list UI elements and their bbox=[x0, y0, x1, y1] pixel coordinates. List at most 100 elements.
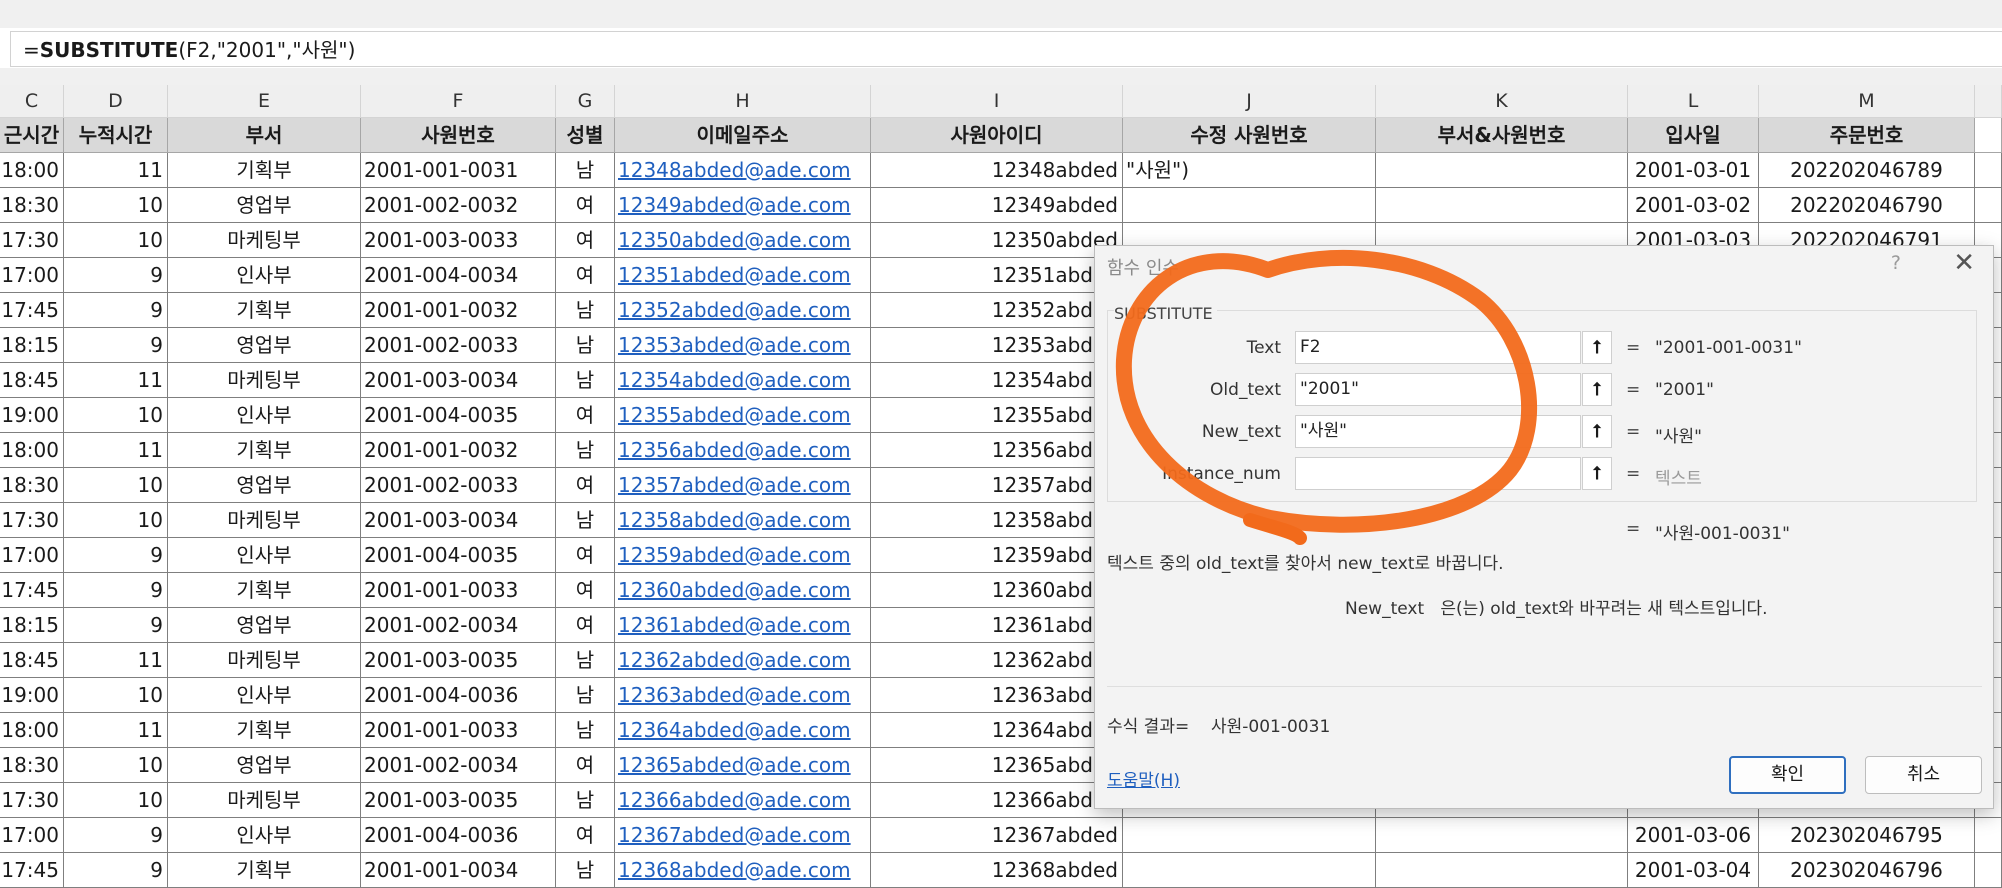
header-cell[interactable]: 부서 bbox=[168, 118, 361, 153]
cell[interactable]: 17:45 bbox=[0, 293, 64, 328]
cell[interactable]: 10 bbox=[64, 678, 168, 713]
cancel-button[interactable]: 취소 bbox=[1865, 756, 1982, 794]
cell[interactable]: 17:45 bbox=[0, 573, 64, 608]
cell[interactable]: 인사부 bbox=[168, 258, 361, 293]
email-link[interactable]: 12349abded@ade.com bbox=[615, 188, 871, 223]
cell[interactable]: 12358abded bbox=[871, 503, 1123, 538]
cell[interactable]: 19:00 bbox=[0, 398, 64, 433]
cell[interactable]: 9 bbox=[64, 538, 168, 573]
header-cell[interactable]: 이메일주소 bbox=[615, 118, 871, 153]
cell[interactable]: 2001-03-01 bbox=[1628, 153, 1759, 188]
help-link[interactable]: 도움말(H) bbox=[1107, 766, 1180, 791]
cell[interactable]: 12349abded bbox=[871, 188, 1123, 223]
cell[interactable]: 12350abded bbox=[871, 223, 1123, 258]
email-link[interactable]: 12365abded@ade.com bbox=[615, 748, 871, 783]
cell[interactable]: 인사부 bbox=[168, 398, 361, 433]
cell[interactable]: 여 bbox=[556, 258, 615, 293]
cell[interactable]: 18:30 bbox=[0, 188, 64, 223]
cell[interactable]: 18:00 bbox=[0, 433, 64, 468]
cell[interactable]: 202202046790 bbox=[1759, 188, 1975, 223]
cell[interactable]: 11 bbox=[64, 643, 168, 678]
cell[interactable]: 남 bbox=[556, 678, 615, 713]
collapse-dialog-icon[interactable]: ⭡ bbox=[1582, 457, 1612, 490]
header-cell[interactable]: 주문번호 bbox=[1759, 118, 1975, 153]
cell[interactable]: 11 bbox=[64, 713, 168, 748]
cell[interactable]: 12356abded bbox=[871, 433, 1123, 468]
email-link[interactable]: 12356abded@ade.com bbox=[615, 433, 871, 468]
collapse-dialog-icon[interactable]: ⭡ bbox=[1582, 415, 1612, 448]
email-link[interactable]: 12348abded@ade.com bbox=[615, 153, 871, 188]
email-link[interactable]: 12367abded@ade.com bbox=[615, 818, 871, 853]
cell[interactable]: 남 bbox=[556, 433, 615, 468]
header-cell[interactable]: 근시간 bbox=[0, 118, 64, 153]
cell[interactable]: 인사부 bbox=[168, 538, 361, 573]
cell[interactable]: 9 bbox=[64, 818, 168, 853]
cell[interactable] bbox=[1975, 818, 2002, 853]
cell[interactable]: 여 bbox=[556, 188, 615, 223]
header-cell[interactable]: 수정 사원번호 bbox=[1123, 118, 1376, 153]
cell[interactable]: 17:30 bbox=[0, 223, 64, 258]
cell[interactable]: 여 bbox=[556, 608, 615, 643]
cell[interactable]: 2001-004-0036 bbox=[361, 818, 556, 853]
email-link[interactable]: 12350abded@ade.com bbox=[615, 223, 871, 258]
column-letter[interactable]: E bbox=[168, 85, 361, 118]
cell[interactable]: 2001-03-06 bbox=[1628, 818, 1759, 853]
cell[interactable]: 12363abded bbox=[871, 678, 1123, 713]
cell[interactable]: 10 bbox=[64, 783, 168, 818]
cell[interactable]: 여 bbox=[556, 398, 615, 433]
cell[interactable]: 영업부 bbox=[168, 188, 361, 223]
cell[interactable]: 남 bbox=[556, 293, 615, 328]
header-cell[interactable]: 입사일 bbox=[1628, 118, 1759, 153]
cell[interactable]: 18:00 bbox=[0, 153, 64, 188]
cell[interactable]: 2001-004-0035 bbox=[361, 398, 556, 433]
cell[interactable]: 기획부 bbox=[168, 433, 361, 468]
cell[interactable]: 2001-004-0034 bbox=[361, 258, 556, 293]
cell[interactable]: 12357abded bbox=[871, 468, 1123, 503]
column-letter[interactable]: H bbox=[615, 85, 871, 118]
cell[interactable]: 마케팅부 bbox=[168, 363, 361, 398]
cell[interactable]: 남 bbox=[556, 363, 615, 398]
header-cell[interactable]: 부서&사원번호 bbox=[1376, 118, 1628, 153]
cell[interactable]: 여 bbox=[556, 538, 615, 573]
column-letter[interactable]: I bbox=[871, 85, 1123, 118]
cell[interactable]: 여 bbox=[556, 468, 615, 503]
cell[interactable]: 기획부 bbox=[168, 713, 361, 748]
cell[interactable] bbox=[1975, 153, 2002, 188]
column-letter[interactable]: J bbox=[1123, 85, 1376, 118]
cell[interactable] bbox=[1975, 85, 2002, 118]
cell[interactable]: 2001-001-0033 bbox=[361, 713, 556, 748]
cell[interactable]: 202302046795 bbox=[1759, 818, 1975, 853]
cell[interactable]: 17:30 bbox=[0, 503, 64, 538]
email-link[interactable]: 12358abded@ade.com bbox=[615, 503, 871, 538]
cell[interactable]: 2001-002-0033 bbox=[361, 328, 556, 363]
cell[interactable]: 여 bbox=[556, 223, 615, 258]
email-link[interactable]: 12363abded@ade.com bbox=[615, 678, 871, 713]
email-link[interactable]: 12354abded@ade.com bbox=[615, 363, 871, 398]
cell[interactable]: 남 bbox=[556, 503, 615, 538]
cell[interactable]: 영업부 bbox=[168, 608, 361, 643]
help-icon[interactable]: ? bbox=[1891, 252, 1901, 274]
cell[interactable]: 2001-002-0032 bbox=[361, 188, 556, 223]
cell[interactable]: 10 bbox=[64, 398, 168, 433]
cell[interactable]: 18:15 bbox=[0, 608, 64, 643]
cell[interactable]: 남 bbox=[556, 783, 615, 818]
cell[interactable]: 영업부 bbox=[168, 748, 361, 783]
cell[interactable]: 2001-001-0033 bbox=[361, 573, 556, 608]
column-letter[interactable]: L bbox=[1628, 85, 1759, 118]
cell[interactable]: 2001-002-0034 bbox=[361, 748, 556, 783]
column-letter[interactable]: M bbox=[1759, 85, 1975, 118]
cell[interactable]: 여 bbox=[556, 573, 615, 608]
cell[interactable]: 10 bbox=[64, 748, 168, 783]
cell[interactable]: 마케팅부 bbox=[168, 223, 361, 258]
email-link[interactable]: 12353abded@ade.com bbox=[615, 328, 871, 363]
cell[interactable]: 2001-004-0035 bbox=[361, 538, 556, 573]
cell[interactable]: 2001-004-0036 bbox=[361, 678, 556, 713]
cell[interactable]: 인사부 bbox=[168, 678, 361, 713]
cell[interactable]: 19:00 bbox=[0, 678, 64, 713]
collapse-dialog-icon[interactable]: ⭡ bbox=[1582, 331, 1612, 364]
email-link[interactable]: 12352abded@ade.com bbox=[615, 293, 871, 328]
collapse-dialog-icon[interactable]: ⭡ bbox=[1582, 373, 1612, 406]
cell[interactable]: 12364abded bbox=[871, 713, 1123, 748]
arg-input-new-text[interactable]: "사원" bbox=[1295, 415, 1581, 448]
cell[interactable] bbox=[1975, 118, 2002, 153]
